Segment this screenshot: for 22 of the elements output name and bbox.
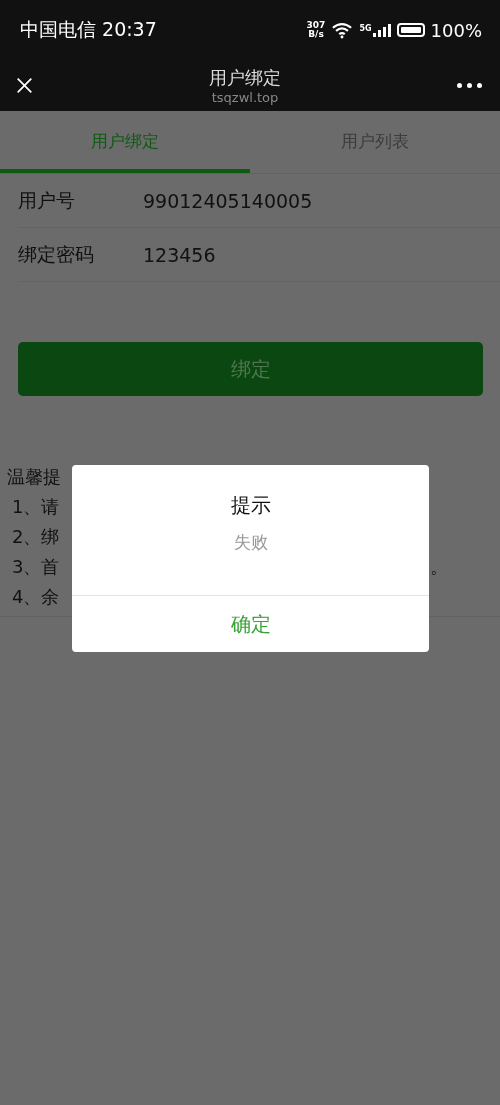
tip-text: 3、首	[12, 555, 60, 579]
net-speed: 307 B/s	[306, 21, 326, 39]
input-field[interactable]: 99012405140005	[143, 189, 313, 212]
dialog-message: 失败	[233, 531, 268, 554]
tip-text: 4、余	[12, 585, 60, 609]
page-domain: tsqzwl.top	[211, 89, 279, 106]
field-label: 绑定密码	[18, 241, 95, 267]
close-icon[interactable]	[16, 77, 33, 94]
tip-text: 2、绑	[12, 525, 60, 549]
dialog-title: 提示	[230, 492, 271, 519]
tip-text: 。	[430, 555, 448, 579]
bind-button[interactable]: 绑定	[18, 342, 483, 396]
page-title: 用户绑定	[209, 65, 281, 90]
input-field[interactable]: 123456	[143, 243, 216, 266]
tips-heading: 温馨提	[7, 465, 61, 489]
confirm-button[interactable]: 确定	[72, 595, 429, 652]
field-label: 用户号	[18, 187, 76, 213]
battery-icon	[396, 23, 425, 37]
wifi-icon	[331, 21, 354, 39]
battery-percent: 100%	[430, 19, 482, 41]
tip-text: 1、请	[12, 495, 60, 519]
carrier-time: 中国电信 20:37	[20, 17, 157, 42]
